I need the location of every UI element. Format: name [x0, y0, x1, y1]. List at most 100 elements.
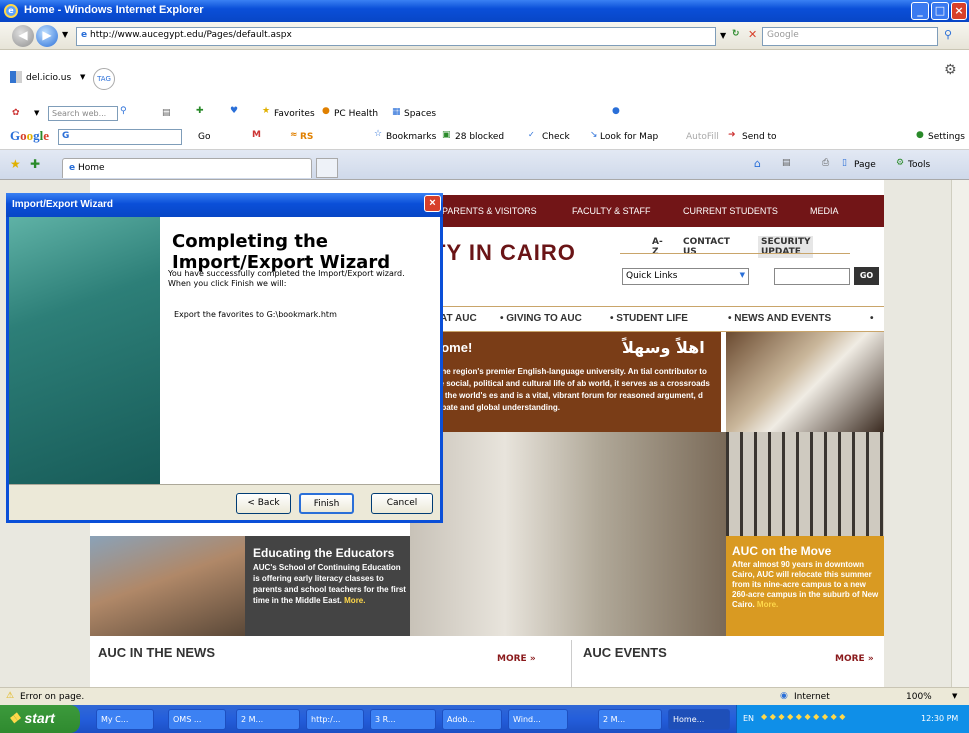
- site-search-go-button[interactable]: GO: [854, 267, 879, 285]
- task-oms[interactable]: OMS ...: [168, 709, 226, 730]
- address-dropdown-icon[interactable]: ▼: [720, 31, 726, 40]
- bookmarks-button[interactable]: Bookmarks: [386, 132, 436, 142]
- tools-menu[interactable]: Tools: [908, 160, 930, 170]
- wizard-separator: [9, 484, 440, 485]
- vertical-scrollbar[interactable]: [951, 180, 969, 687]
- maximize-button[interactable]: □: [931, 2, 949, 20]
- educators-more-link[interactable]: More.: [344, 596, 365, 605]
- back-button-wizard[interactable]: < Back: [236, 493, 291, 514]
- tab-home[interactable]: e Home: [62, 158, 312, 178]
- search-web-input[interactable]: Search web...: [48, 106, 118, 121]
- quick-links-select[interactable]: Quick Links ▼: [622, 268, 749, 285]
- delicious-label[interactable]: del.icio.us: [26, 73, 71, 83]
- task-adobe[interactable]: Adob...: [442, 709, 502, 730]
- refresh-icon[interactable]: ↻: [732, 29, 740, 39]
- nav-student-life[interactable]: • STUDENT LIFE: [610, 313, 688, 324]
- educators-body: AUC's School of Continuing Education is …: [253, 562, 408, 606]
- zoom-level[interactable]: 100%: [906, 692, 932, 702]
- cancel-button[interactable]: Cancel: [371, 493, 433, 514]
- history-dropdown-icon[interactable]: ▼: [62, 30, 68, 39]
- feeds-icon[interactable]: ▤: [782, 158, 791, 168]
- events-heading[interactable]: AUC EVENTS: [583, 645, 667, 660]
- new-tab-button[interactable]: [316, 158, 338, 178]
- topnav-faculty[interactable]: FACULTY & STAFF: [572, 206, 651, 216]
- popup-blocked-count[interactable]: 28 blocked: [455, 132, 504, 142]
- spaces-button[interactable]: Spaces: [404, 109, 436, 119]
- task-my-computer[interactable]: My C...: [96, 709, 154, 730]
- google-search-input[interactable]: G: [58, 129, 182, 145]
- task-home-ie[interactable]: Home...: [668, 709, 730, 730]
- nav-giving[interactable]: • GIVING TO AUC: [500, 313, 582, 324]
- gmail-icon[interactable]: M: [252, 130, 261, 140]
- nav-at-auc[interactable]: AT AUC: [440, 313, 477, 324]
- move-body-text: After almost 90 years in downtown Cairo,…: [732, 560, 879, 609]
- msn-dropdown-icon[interactable]: ▼: [34, 109, 39, 117]
- favorites-center-icon[interactable]: ★: [10, 157, 21, 171]
- minimize-button[interactable]: _: [911, 2, 929, 20]
- msn-icon[interactable]: ✿: [12, 108, 20, 118]
- topnav-students[interactable]: CURRENT STUDENTS: [683, 206, 778, 216]
- security-update-link[interactable]: SECURITY UPDATE: [758, 236, 814, 258]
- events-more-link[interactable]: MORE »: [835, 654, 874, 664]
- page-menu-icon: ▯: [842, 158, 847, 168]
- student-writing-photo: [410, 432, 726, 636]
- move-heading[interactable]: AUC on the Move: [732, 544, 831, 558]
- task-outlook-2[interactable]: 2 M...: [598, 709, 662, 730]
- delicious-dropdown-icon[interactable]: ▼: [80, 73, 85, 81]
- news-more-link[interactable]: MORE »: [497, 654, 536, 664]
- topnav-media[interactable]: MEDIA: [810, 206, 839, 216]
- close-button[interactable]: ×: [951, 2, 967, 20]
- alerts-icon[interactable]: ✚: [196, 106, 204, 116]
- move-more-link[interactable]: More.: [757, 600, 778, 609]
- back-button[interactable]: ◀: [12, 25, 34, 47]
- settings-button[interactable]: Settings: [928, 132, 965, 142]
- add-favorite-icon[interactable]: ✚: [30, 157, 40, 171]
- news-heading[interactable]: AUC IN THE NEWS: [98, 645, 215, 660]
- look-for-map-button[interactable]: Look for Map: [600, 132, 658, 142]
- task-http[interactable]: http:/...: [306, 709, 364, 730]
- tag-button[interactable]: TAG: [93, 68, 115, 90]
- tray-icons[interactable]: ◆ ◆ ◆ ◆ ◆ ◆ ◆ ◆ ◆ ◆: [761, 712, 845, 721]
- search-input[interactable]: Google: [762, 27, 938, 46]
- clock[interactable]: 12:30 PM: [921, 714, 958, 723]
- mail-icon[interactable]: ▤: [162, 108, 171, 118]
- wizard-close-button[interactable]: ×: [424, 195, 441, 212]
- nav-more[interactable]: •: [870, 313, 874, 324]
- language-indicator[interactable]: EN: [743, 714, 754, 723]
- az-link[interactable]: A-Z: [652, 237, 663, 257]
- educators-heading[interactable]: Educating the Educators: [253, 546, 394, 560]
- task-windows[interactable]: Wind...: [508, 709, 568, 730]
- contact-link[interactable]: CONTACT US: [683, 237, 730, 257]
- university-name[interactable]: TY IN CAIRO: [432, 240, 576, 266]
- task-3r[interactable]: 3 R...: [370, 709, 436, 730]
- send-to-button[interactable]: Send to: [742, 132, 777, 142]
- pc-health-button[interactable]: PC Health: [334, 109, 378, 119]
- site-search-input[interactable]: [774, 268, 850, 285]
- msn-help-icon[interactable]: ●: [612, 106, 620, 116]
- zoom-dropdown-icon[interactable]: ▼: [952, 692, 957, 700]
- toolbar-options-icon[interactable]: ⚙: [944, 62, 957, 78]
- search-icon[interactable]: ⚲: [944, 28, 952, 41]
- topnav-parents[interactable]: PARENTS & VISITORS: [442, 206, 537, 216]
- start-button[interactable]: ❖ start: [0, 705, 80, 733]
- address-input[interactable]: e http://www.aucegypt.edu/Pages/default.…: [76, 27, 716, 46]
- print-icon[interactable]: ⎙: [822, 158, 829, 168]
- favorites-button[interactable]: Favorites: [274, 109, 315, 119]
- messenger-icon[interactable]: ♥: [230, 106, 238, 116]
- rs-button[interactable]: RS: [300, 132, 313, 142]
- status-text[interactable]: Error on page.: [20, 692, 84, 702]
- warning-icon[interactable]: ⚠: [6, 691, 14, 701]
- rs-icon: ≈: [290, 130, 298, 140]
- finish-button[interactable]: Finish: [299, 493, 354, 514]
- search-web-icon[interactable]: ⚲: [120, 106, 127, 116]
- nav-news-events[interactable]: • NEWS AND EVENTS: [728, 313, 831, 324]
- forward-button[interactable]: ▶: [36, 25, 58, 47]
- home-icon[interactable]: ⌂: [754, 157, 761, 170]
- check-button[interactable]: Check: [542, 132, 570, 142]
- page-menu[interactable]: Page: [854, 160, 876, 170]
- autofill-button[interactable]: AutoFill: [686, 132, 719, 142]
- stop-icon[interactable]: ✕: [748, 28, 757, 41]
- start-label: start: [24, 710, 55, 726]
- google-go-button[interactable]: Go: [198, 132, 210, 142]
- task-outlook-1[interactable]: 2 M...: [236, 709, 300, 730]
